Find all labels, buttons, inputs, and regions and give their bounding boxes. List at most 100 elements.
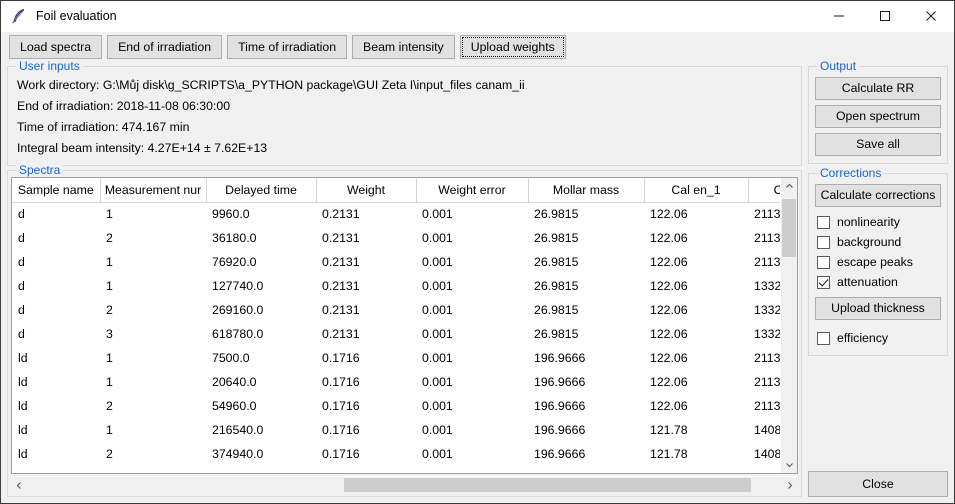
scroll-down-icon[interactable] xyxy=(781,456,797,473)
vertical-scroll-thumb[interactable] xyxy=(782,199,796,257)
cell-weight-error: 0.001 xyxy=(416,322,528,346)
spectra-table: Sample name Measurement nur Delayed time… xyxy=(12,178,780,473)
cell-cal-en-1: 121.78 xyxy=(644,466,748,473)
cell-measurement-number: 2 xyxy=(100,394,206,418)
column-header-cal-en-2[interactable]: Cal en_2 xyxy=(748,178,780,203)
table-row[interactable]: ld254960.00.17160.001196.9666122.062113.… xyxy=(12,394,780,418)
escape-peaks-checkbox[interactable] xyxy=(817,255,830,269)
cell-cal-en-2: 1332.49 xyxy=(748,298,780,322)
table-row[interactable]: ld3705180.00.17160.001196.9666121.781408… xyxy=(12,466,780,473)
cell-cal-en-1: 122.06 xyxy=(644,226,748,250)
horizontal-scrollbar[interactable] xyxy=(11,476,798,493)
cell-weight-error: 0.001 xyxy=(416,442,528,466)
efficiency-checkbox[interactable] xyxy=(817,331,830,345)
left-column: User inputs Work directory: G:\Můj disk\… xyxy=(7,59,802,497)
scroll-up-icon[interactable] xyxy=(781,178,797,195)
column-header-weight[interactable]: Weight xyxy=(316,178,417,203)
checkbox-row-nonlinearity[interactable]: nonlinearity xyxy=(815,212,941,232)
cell-cal-en-2: 2113.09 xyxy=(748,346,780,370)
vertical-scroll-track[interactable] xyxy=(781,195,797,456)
cell-weight-error: 0.001 xyxy=(416,418,528,442)
background-checkbox[interactable] xyxy=(817,235,830,249)
table-row[interactable]: d236180.00.21310.00126.9815122.062113.09 xyxy=(12,226,780,250)
cell-measurement-number: 1 xyxy=(100,346,206,370)
spectra-label: Spectra xyxy=(16,163,64,177)
cell-weight-error: 0.001 xyxy=(416,298,528,322)
cell-measurement-number: 1 xyxy=(100,418,206,442)
cell-delayed-time: 9960.0 xyxy=(206,202,316,226)
save-all-button[interactable]: Save all xyxy=(815,133,941,156)
cell-weight: 0.1716 xyxy=(316,418,416,442)
column-header-measurement-number[interactable]: Measurement nur xyxy=(100,178,207,203)
cell-weight: 0.1716 xyxy=(316,370,416,394)
cell-sample-name: ld xyxy=(12,418,100,442)
horizontal-scroll-track[interactable] xyxy=(28,477,781,493)
cell-cal-en-1: 121.78 xyxy=(644,442,748,466)
table-body: d19960.00.21310.00126.9815122.062113.09d… xyxy=(12,202,780,473)
spectra-table-area[interactable]: Sample name Measurement nur Delayed time… xyxy=(12,178,780,473)
close-icon[interactable] xyxy=(908,1,954,32)
work-directory-text: Work directory: G:\Můj disk\g_SCRIPTS\a_… xyxy=(17,78,525,92)
column-header-sample-name[interactable]: Sample name xyxy=(12,178,101,203)
minimize-icon[interactable] xyxy=(816,1,862,32)
open-spectrum-button[interactable]: Open spectrum xyxy=(815,105,941,128)
close-button[interactable]: Close xyxy=(808,471,948,497)
cell-measurement-number: 2 xyxy=(100,226,206,250)
nonlinearity-checkbox[interactable] xyxy=(817,215,830,229)
table-row[interactable]: ld17500.00.17160.001196.9666122.062113.0… xyxy=(12,346,780,370)
cell-cal-en-1: 122.06 xyxy=(644,346,748,370)
end-of-irradiation-button[interactable]: End of irradiation xyxy=(107,35,223,59)
scroll-right-icon[interactable] xyxy=(781,477,798,493)
cell-weight: 0.1716 xyxy=(316,346,416,370)
cell-cal-en-1: 122.06 xyxy=(644,322,748,346)
cell-cal-en-2: 1408.01 xyxy=(748,466,780,473)
beam-intensity-button[interactable]: Beam intensity xyxy=(352,35,455,59)
checkbox-row-attenuation[interactable]: attenuation xyxy=(815,272,941,292)
cell-measurement-number: 3 xyxy=(100,466,206,473)
calculate-corrections-button[interactable]: Calculate corrections xyxy=(815,184,941,207)
cell-mollar-mass: 26.9815 xyxy=(528,274,644,298)
toolbar: Load spectra End of irradiation Time of … xyxy=(1,32,954,62)
cell-cal-en-2: 1332.49 xyxy=(748,274,780,298)
cell-sample-name: d xyxy=(12,250,100,274)
maximize-icon[interactable] xyxy=(862,1,908,32)
checkbox-row-escape-peaks[interactable]: escape peaks xyxy=(815,252,941,272)
cell-mollar-mass: 196.9666 xyxy=(528,394,644,418)
load-spectra-button[interactable]: Load spectra xyxy=(9,35,103,59)
table-row[interactable]: d19960.00.21310.00126.9815122.062113.09 xyxy=(12,202,780,226)
cell-delayed-time: 216540.0 xyxy=(206,418,316,442)
column-header-cal-en-1[interactable]: Cal en_1 xyxy=(644,178,749,203)
table-row[interactable]: ld120640.00.17160.001196.9666122.062113.… xyxy=(12,370,780,394)
main-content: User inputs Work directory: G:\Můj disk\… xyxy=(1,59,954,503)
vertical-scrollbar[interactable] xyxy=(780,178,797,473)
cell-cal-en-2: 1408.01 xyxy=(748,442,780,466)
table-row[interactable]: d1127740.00.21310.00126.9815122.061332.4… xyxy=(12,274,780,298)
checkbox-row-efficiency[interactable]: efficiency xyxy=(815,328,941,348)
horizontal-scroll-thumb[interactable] xyxy=(344,478,751,492)
cell-measurement-number: 1 xyxy=(100,250,206,274)
right-column-spacer xyxy=(808,365,948,462)
cell-mollar-mass: 26.9815 xyxy=(528,202,644,226)
table-row[interactable]: ld 1 216540.0 0.1716 0.001 196.9666 121.78 1408… xyxy=(12,418,780,442)
upload-weights-button[interactable]: Upload weights xyxy=(459,35,566,59)
checkbox-row-background[interactable]: background xyxy=(815,232,941,252)
cell-weight: 0.1716 xyxy=(316,442,416,466)
cell-mollar-mass: 26.9815 xyxy=(528,226,644,250)
calculate-rr-button[interactable]: Calculate RR xyxy=(815,77,941,100)
table-row[interactable]: d2269160.00.21310.00126.9815122.061332.4… xyxy=(12,298,780,322)
cell-delayed-time: 7500.0 xyxy=(206,346,316,370)
column-header-weight-error[interactable]: Weight error xyxy=(416,178,529,203)
output-group: Output Calculate RR Open spectrum Save a… xyxy=(808,59,948,164)
column-header-delayed-time[interactable]: Delayed time xyxy=(206,178,317,203)
attenuation-checkbox[interactable] xyxy=(817,275,830,289)
table-row[interactable]: ld 2 374940.0 0.1716 0.001 196.9666 121.78 1408… xyxy=(12,442,780,466)
cell-weight-error: 0.001 xyxy=(416,226,528,250)
time-of-irradiation-button[interactable]: Time of irradiation xyxy=(227,35,348,59)
scroll-left-icon[interactable] xyxy=(11,477,28,493)
cell-weight: 0.2131 xyxy=(316,202,416,226)
column-header-mollar-mass[interactable]: Mollar mass xyxy=(528,178,645,203)
table-row[interactable]: d176920.00.21310.00126.9815122.062113.09 xyxy=(12,250,780,274)
cell-weight: 0.1716 xyxy=(316,466,416,473)
upload-thickness-button[interactable]: Upload thickness xyxy=(815,297,941,320)
table-row[interactable]: d3618780.00.21310.00126.9815122.061332.4… xyxy=(12,322,780,346)
